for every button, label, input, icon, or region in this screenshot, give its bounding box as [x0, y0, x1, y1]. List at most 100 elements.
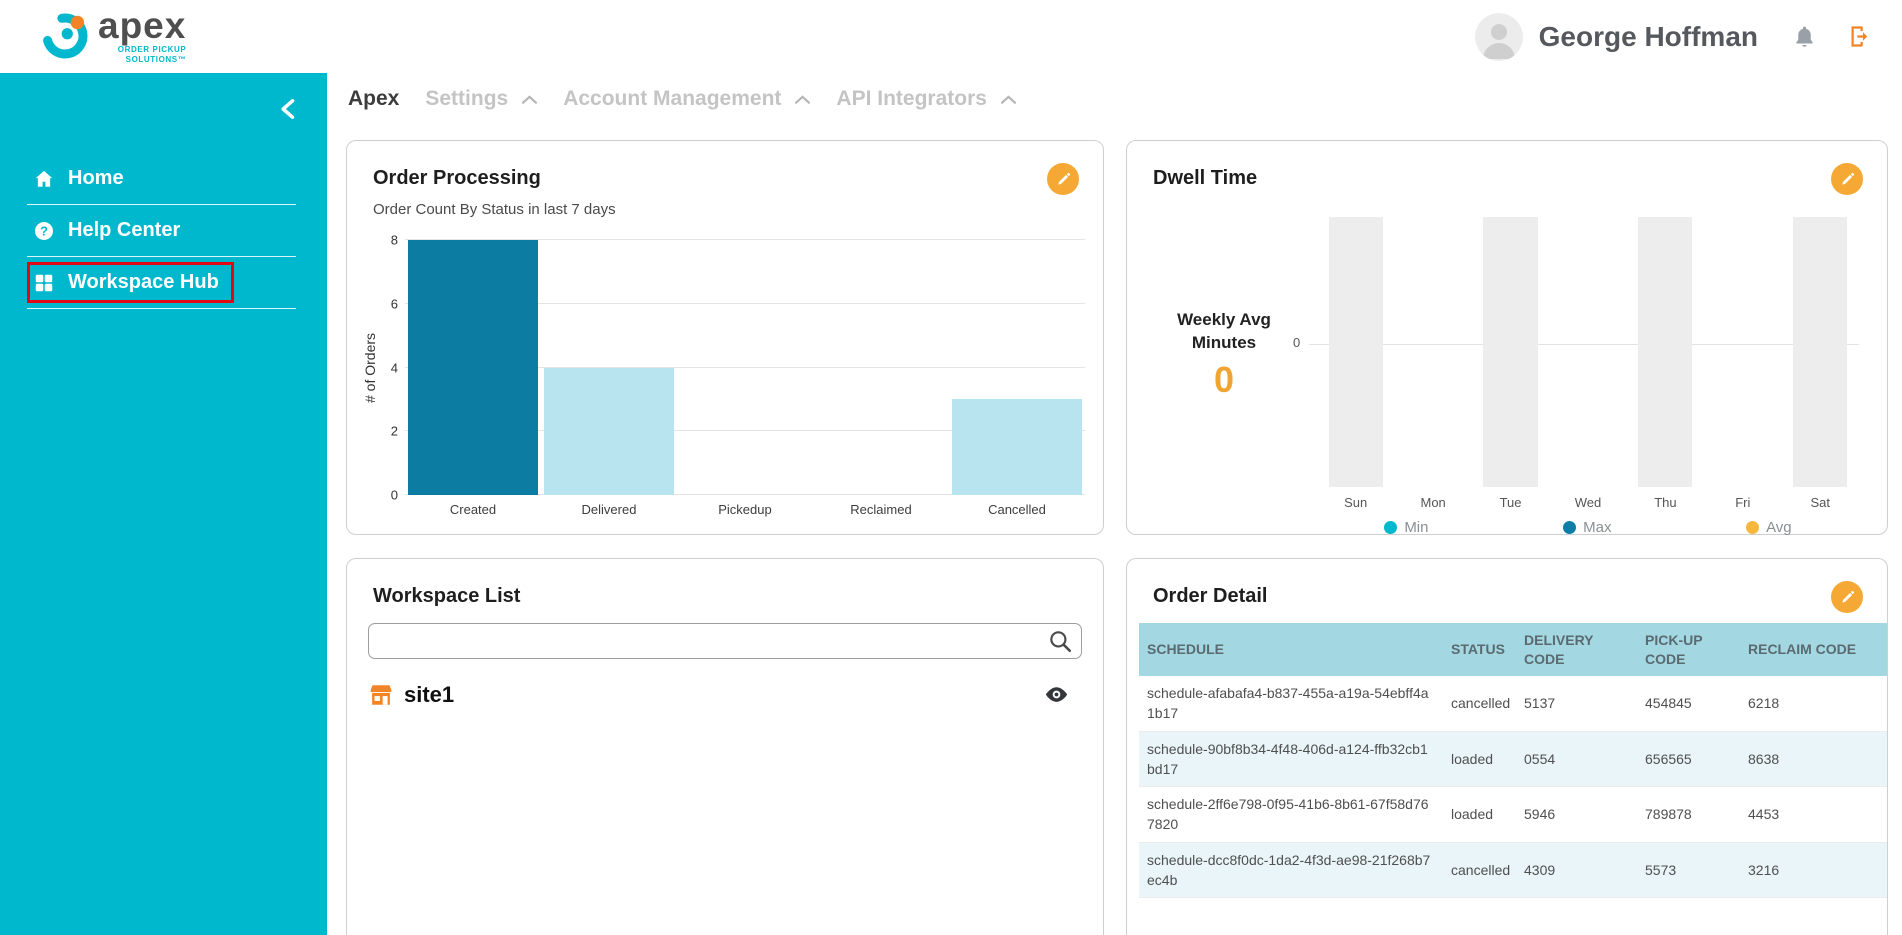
breadcrumb-label: Settings — [425, 87, 508, 111]
table-row[interactable]: schedule-2ff6e798-0f95-41b6-8b61-67f58d7… — [1139, 787, 1887, 843]
day-band — [1793, 217, 1847, 487]
pickup-code-cell: 454845 — [1637, 676, 1740, 731]
dwell-day-slot-wed — [1549, 217, 1626, 487]
pencil-icon — [1839, 589, 1856, 606]
eye-icon[interactable] — [1043, 681, 1070, 708]
notification-bell-icon[interactable] — [1792, 24, 1817, 49]
status-cell: cancelled — [1443, 842, 1516, 898]
legend-item-avg: Avg — [1746, 519, 1792, 536]
bar-slot-pickedup — [677, 240, 813, 495]
order-processing-yticks: 02468 — [379, 240, 405, 495]
bar-delivered — [544, 368, 673, 496]
column-header: PICK-UP CODE — [1637, 623, 1740, 676]
legend-dot — [1563, 521, 1576, 534]
search-icon[interactable] — [1047, 628, 1073, 654]
status-cell: loaded — [1443, 731, 1516, 787]
dwell-metric-label-line2: Minutes — [1192, 333, 1256, 352]
order-processing-chart: # of Orders 02468 — [361, 240, 1085, 495]
day-band — [1483, 217, 1537, 487]
apex-logo[interactable]: apex ORDER PICKUP SOLUTIONS™ — [38, 8, 186, 64]
bar-slot-reclaimed — [813, 240, 949, 495]
sidebar-item-help-center[interactable]: ? Help Center — [27, 205, 296, 257]
schedule-cell: schedule-dcc8f0dc-1da2-4f3d-ae98-21f268b… — [1139, 842, 1443, 898]
edit-order-processing-button[interactable] — [1047, 163, 1079, 195]
legend-label: Max — [1583, 519, 1611, 536]
dwell-day-slot-fri — [1704, 217, 1781, 487]
edit-order-detail-button[interactable] — [1831, 581, 1863, 613]
brand-text: apex ORDER PICKUP SOLUTIONS™ — [98, 8, 186, 64]
y-tick-label: 8 — [391, 233, 398, 248]
dwell-legend: Min Max Avg — [1317, 519, 1859, 536]
delivery-code-cell: 5946 — [1516, 787, 1637, 843]
schedule-cell: schedule-afabafa4-b837-455a-a19a-54ebff4… — [1139, 676, 1443, 731]
day-label: Tue — [1472, 495, 1549, 510]
workspace-name: site1 — [404, 682, 454, 708]
x-tick-label: Pickedup — [677, 502, 813, 517]
order-detail-table: SCHEDULESTATUSDELIVERY CODEPICK-UP CODER… — [1139, 623, 1887, 898]
svg-text:?: ? — [40, 223, 48, 238]
day-label: Fri — [1704, 495, 1781, 510]
day-label: Thu — [1627, 495, 1704, 510]
breadcrumb-account-management[interactable]: Account Management — [563, 87, 810, 111]
breadcrumb-label: API Integrators — [836, 87, 987, 111]
breadcrumb-settings[interactable]: Settings — [425, 87, 537, 111]
order-detail-tbody: schedule-afabafa4-b837-455a-a19a-54ebff4… — [1139, 676, 1887, 898]
column-header: DELIVERY CODE — [1516, 623, 1637, 676]
dwell-metric: Weekly Avg Minutes 0 — [1153, 309, 1295, 401]
avatar[interactable] — [1475, 13, 1523, 61]
reclaim-code-cell: 4453 — [1740, 787, 1887, 843]
top-header: apex ORDER PICKUP SOLUTIONS™ George Hoff… — [0, 0, 1902, 73]
y-tick-label: 4 — [391, 360, 398, 375]
dwell-day-slot-thu — [1627, 217, 1704, 487]
sidebar-item-label: Workspace Hub — [68, 271, 219, 294]
y-axis-label: # of Orders — [361, 240, 379, 495]
order-processing-plot — [405, 240, 1085, 495]
schedule-cell: schedule-90bf8b34-4f48-406d-a124-ffb32cb… — [1139, 731, 1443, 787]
legend-item-max: Max — [1563, 519, 1611, 536]
workspace-hub-highlight-box: Workspace Hub — [27, 262, 234, 303]
bar-slot-delivered — [541, 240, 677, 495]
brand-tagline-line2: SOLUTIONS™ — [118, 55, 187, 65]
reclaim-code-cell: 3216 — [1740, 842, 1887, 898]
legend-label: Min — [1404, 519, 1428, 536]
logout-icon[interactable] — [1847, 23, 1874, 50]
table-row[interactable]: schedule-90bf8b34-4f48-406d-a124-ffb32cb… — [1139, 731, 1887, 787]
table-row[interactable]: schedule-dcc8f0dc-1da2-4f3d-ae98-21f268b… — [1139, 842, 1887, 898]
order-detail-header-row: SCHEDULESTATUSDELIVERY CODEPICK-UP CODER… — [1139, 623, 1887, 676]
sidebar-item-label: Help Center — [68, 219, 180, 242]
dwell-time-card: Dwell Time Weekly Avg Minutes 0 0 SunMon… — [1126, 140, 1888, 535]
workspace-search-input[interactable] — [368, 623, 1082, 659]
sidebar-item-workspace-hub[interactable]: Workspace Hub — [27, 257, 296, 309]
card-title: Order Processing — [347, 141, 1103, 190]
sidebar-item-home[interactable]: Home — [27, 153, 296, 205]
chevron-up-icon — [795, 95, 810, 104]
edit-dwell-time-button[interactable] — [1831, 163, 1863, 195]
legend-item-min: Min — [1384, 519, 1428, 536]
breadcrumb-api-integrators[interactable]: API Integrators — [836, 87, 1016, 111]
schedule-cell: schedule-2ff6e798-0f95-41b6-8b61-67f58d7… — [1139, 787, 1443, 843]
table-row[interactable]: schedule-afabafa4-b837-455a-a19a-54ebff4… — [1139, 676, 1887, 731]
reclaim-code-cell: 6218 — [1740, 676, 1887, 731]
delivery-code-cell: 5137 — [1516, 676, 1637, 731]
x-tick-label: Created — [405, 502, 541, 517]
workspace-list-item[interactable]: site1 — [368, 681, 1082, 708]
pencil-icon — [1055, 171, 1072, 188]
status-cell: loaded — [1443, 787, 1516, 843]
x-tick-label: Delivered — [541, 502, 677, 517]
breadcrumb-apex[interactable]: Apex — [348, 87, 399, 111]
store-icon — [368, 682, 394, 708]
avatar-icon — [1475, 13, 1523, 61]
workspace-search — [368, 623, 1082, 659]
breadcrumb-label: Account Management — [563, 87, 781, 111]
dwell-day-slot-sun — [1317, 217, 1394, 487]
workspace-list-card: Workspace List site1 — [346, 558, 1104, 935]
y-tick-label: 6 — [391, 296, 398, 311]
order-detail-card: Order Detail SCHEDULESTATUSDELIVERY CODE… — [1126, 558, 1888, 935]
brand-tagline-line1: ORDER PICKUP — [118, 45, 187, 55]
pickup-code-cell: 5573 — [1637, 842, 1740, 898]
pencil-icon — [1839, 171, 1856, 188]
sidebar-collapse-button[interactable] — [275, 95, 303, 126]
dwell-day-slot-sat — [1782, 217, 1859, 487]
brand-tagline: ORDER PICKUP SOLUTIONS™ — [118, 45, 187, 65]
day-label: Sat — [1782, 495, 1859, 510]
